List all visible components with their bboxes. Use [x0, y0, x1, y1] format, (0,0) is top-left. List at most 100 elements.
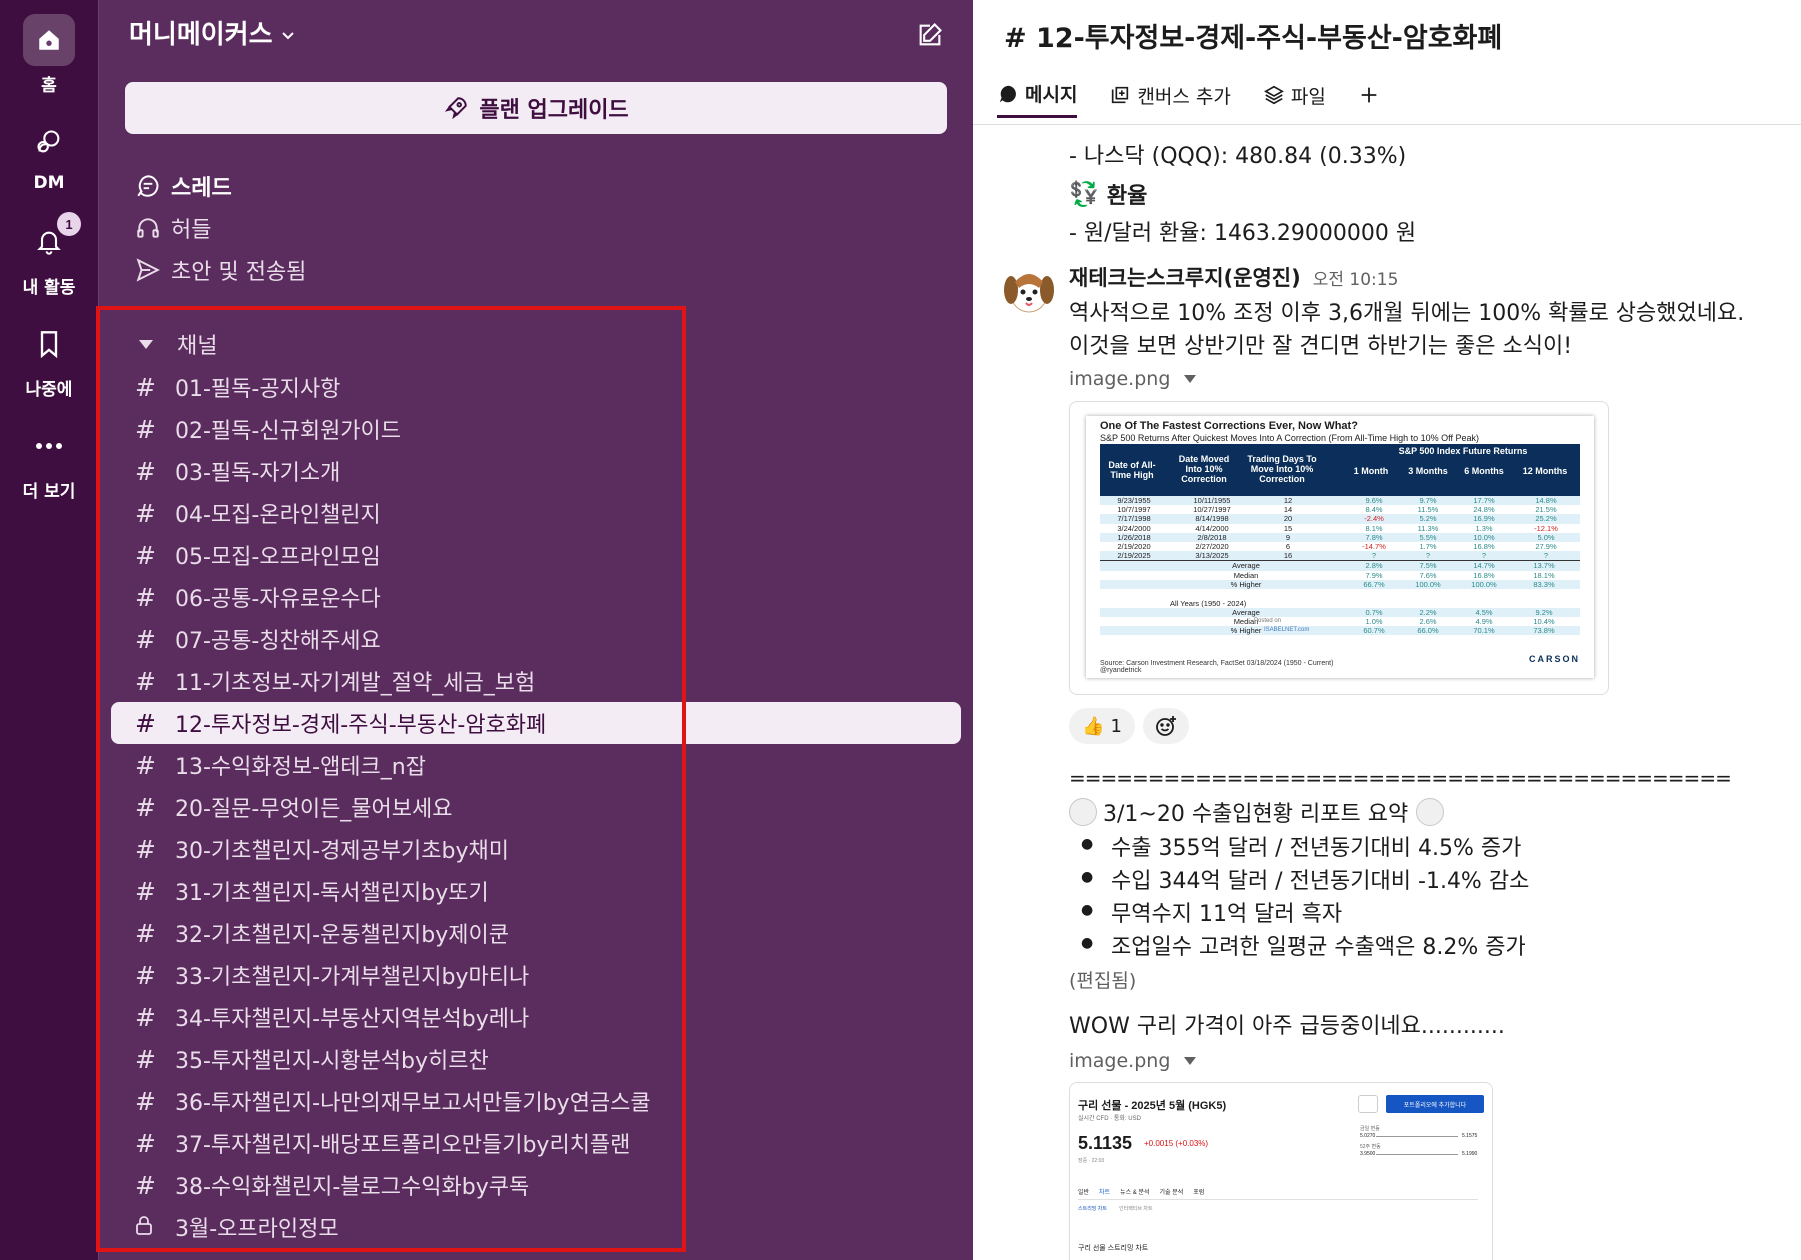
reaction-count: 1 — [1110, 715, 1122, 737]
message-timestamp[interactable]: 오전 10:15 — [1313, 265, 1399, 290]
table-cell: 1.7% — [1419, 541, 1437, 551]
sidebar-channel[interactable]: #07-공통-칭찬해주세요 — [111, 618, 961, 660]
rail-dm[interactable]: DM — [0, 116, 98, 193]
copper-subtabs2: 스트리밍 차트 인터랙티브 차트 — [1078, 1205, 1153, 1212]
channel-name: 37-투자챌린지-배당포트폴리오만들기by리치플랜 — [175, 1133, 631, 1158]
hash-icon: # — [135, 582, 156, 612]
rail-later[interactable]: 나중에 — [0, 318, 98, 400]
dm-icon[interactable] — [23, 116, 75, 168]
add-tab-button[interactable] — [1358, 84, 1386, 114]
rail-more[interactable]: 더 보기 — [0, 420, 98, 502]
table-cell: 2.2% — [1419, 607, 1437, 617]
channel-name: 32-기초챌린지-운동챌린지by제이쿤 — [175, 923, 509, 948]
more-dots-icon[interactable] — [23, 420, 75, 472]
sidebar-channel[interactable]: #33-기초챌린지-가계부챌린지by마티나 — [111, 954, 961, 996]
canvas-add-icon — [1112, 86, 1129, 104]
range-bar — [1376, 1154, 1458, 1155]
sidebar-channel[interactable]: #13-수익화정보-앱테크_n잡 — [111, 744, 961, 786]
compose-icon[interactable] — [913, 18, 947, 52]
file-name-toggle[interactable]: image.png — [1069, 368, 1197, 390]
file-name-toggle[interactable]: image.png — [1069, 1050, 1197, 1072]
channel-name: 03-필독-자기소개 — [175, 461, 341, 486]
rail-activity[interactable]: 1 내 활동 — [0, 212, 98, 298]
plus-icon — [1361, 87, 1377, 103]
sidebar-channel[interactable]: #11-기초정보-자기계발_절약_세금_보험 — [111, 660, 961, 702]
avatar[interactable] — [1001, 262, 1057, 318]
hash-icon: # — [135, 1086, 156, 1116]
tab-canvas[interactable]: 캔버스 추가 — [1109, 82, 1231, 117]
sidebar-channel[interactable]: #31-기초챌린지-독서챌린지by또기 — [111, 870, 961, 912]
layers-icon — [1263, 85, 1284, 105]
sidebar-channel[interactable]: #38-수익화챌린지-블로그수익화by쿠독 — [111, 1164, 961, 1206]
message-author: 재테크는스크루지(운영진) 오전 10:15 — [1069, 262, 1398, 292]
sidebar-channel[interactable]: #34-투자챌린지-부동산지역분석by레나 — [111, 996, 961, 1038]
table-cell: Average — [1232, 607, 1260, 617]
tabs-divider — [973, 124, 1801, 125]
bookmark-icon[interactable] — [23, 318, 75, 370]
author-name[interactable]: 재테크는스크루지(운영진) — [1069, 262, 1301, 292]
copper-subtab: 일반 — [1078, 1190, 1090, 1196]
channel-name: 33-기초챌린지-가계부챌린지by마티나 — [175, 965, 530, 990]
sidebar-channel[interactable]: #06-공통-자유로운수다 — [111, 576, 961, 618]
workspace-name-button[interactable]: 머니메이커스 — [129, 14, 295, 51]
exchange-emoji-icon: 💱 — [1069, 180, 1099, 208]
rail-later-label: 나중에 — [25, 380, 73, 400]
sidebar-channel[interactable]: 3월-오프라인정모 — [111, 1206, 961, 1248]
bell-icon[interactable]: 1 — [23, 212, 81, 268]
tab-files[interactable]: 파일 — [1263, 82, 1326, 117]
table-cell: Average — [1232, 561, 1260, 571]
table-row: 7/17/1998 8/14/1998 20 -2.4% 5.2% 16.9% 25.2% — [1100, 514, 1580, 524]
sidebar-channel[interactable]: #20-질문-무엇이든_물어보세요 — [111, 786, 961, 828]
reaction-thumbs-up[interactable]: 👍 1 — [1069, 708, 1135, 744]
attached-image-copper[interactable]: 구리 선물 - 2025년 5월 (HGK5) 실시간 CFD · 통화: US… — [1069, 1082, 1493, 1260]
hash-icon: # — [135, 918, 156, 948]
table-cell: 10/7/1997 — [1117, 505, 1151, 515]
table-cell: 9.2% — [1535, 607, 1553, 617]
nav-drafts[interactable]: 초안 및 전송됨 — [135, 254, 306, 286]
table-cell: 2/19/2020 — [1117, 541, 1151, 551]
sidebar-channel[interactable]: #05-모집-오프라인모임 — [111, 534, 961, 576]
sidebar-channel[interactable]: #03-필독-자기소개 — [111, 450, 961, 492]
table-cell: 10.0% — [1473, 532, 1495, 542]
table-cell: 25.2% — [1535, 514, 1557, 524]
nav-threads[interactable]: 스레드 — [135, 170, 232, 202]
rail-home[interactable]: 홈 — [0, 14, 98, 96]
attached-image-table[interactable]: One Of The Fastest Corrections Ever, Now… — [1069, 401, 1609, 695]
tab-messages[interactable]: 메시지 — [997, 80, 1078, 118]
sidebar-channel[interactable]: #35-투자챌린지-시황분석by히르찬 — [111, 1038, 961, 1080]
rail-dm-label: DM — [33, 173, 65, 193]
table-source: Source: Carson Investment Research, Fact… — [1100, 660, 1334, 667]
sidebar-channel[interactable]: #01-필독-공지사항 — [111, 366, 961, 408]
sidebar-channel[interactable]: #36-투자챌린지-나만의재무보고서만들기by연금스쿨 — [111, 1080, 961, 1122]
table-cell: 2/19/2025 — [1117, 551, 1151, 561]
separator-line: ========================================… — [1069, 766, 1732, 790]
sidebar-channel[interactable]: #32-기초챌린지-운동챌린지by제이쿤 — [111, 912, 961, 954]
table-col-header: Trading Days To Move Into 10% Correction — [1247, 454, 1317, 484]
table-col-header: 12 Months — [1522, 466, 1568, 476]
channel-name: 3월-오프라인정모 — [175, 1217, 339, 1242]
channel-title[interactable]: # 12-투자정보-경제-주식-부동산-암호화폐 — [1004, 16, 1502, 55]
copper-stream-title: 구리 선물 스트리밍 차트 — [1078, 1245, 1149, 1252]
channel-name: 31-기초챌린지-독서챌린지by또기 — [175, 881, 489, 906]
sidebar-channel[interactable]: #02-필독-신규회원가이드 — [111, 408, 961, 450]
sidebar-channel[interactable]: #04-모집-온라인챌린지 — [111, 492, 961, 534]
add-reaction-button[interactable] — [1143, 708, 1189, 744]
table-cell: 21.5% — [1535, 505, 1557, 515]
channel-name: 20-질문-무엇이든_물어보세요 — [175, 797, 453, 822]
copper-price: 5.1135 — [1078, 1133, 1133, 1153]
table-cell: 24.8% — [1473, 505, 1495, 515]
sidebar-channel[interactable]: #12-투자정보-경제-주식-부동산-암호화폐 — [111, 702, 961, 744]
table-cell: ? — [1371, 551, 1377, 561]
sidebar-channel[interactable]: #37-투자챌린지-배당포트폴리오만들기by리치플랜 — [111, 1122, 961, 1164]
upgrade-plan-button[interactable]: 플랜 업그레이드 — [125, 82, 947, 134]
headphones-icon — [137, 218, 159, 238]
sidebar-channel[interactable]: #30-기초챌린지-경제공부기초by채미 — [111, 828, 961, 870]
table-cell: 14.7% — [1473, 561, 1495, 571]
tab-canvas-label: 캔버스 추가 — [1137, 85, 1231, 108]
table-cell: 100.0% — [1471, 579, 1497, 589]
home-icon[interactable] — [23, 14, 75, 66]
channel-sidebar: 머니메이커스 플랜 업그레이드 스레드 허들 초안 및 전송됨 채널 #01-필… — [98, 0, 973, 1260]
channels-section-toggle[interactable]: 채널 — [139, 328, 217, 360]
nav-huddles[interactable]: 허들 — [135, 212, 211, 244]
table-cell: 1.3% — [1475, 523, 1493, 533]
